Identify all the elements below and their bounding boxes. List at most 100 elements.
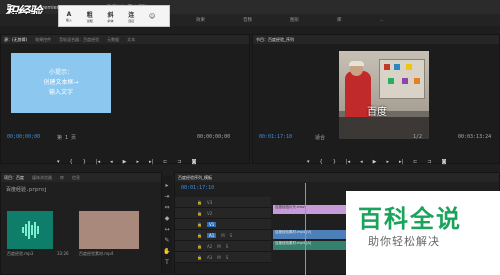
source-timecode[interactable]: 00;00;00;00 bbox=[7, 134, 40, 140]
track-header-v2[interactable]: 🔒 V2 bbox=[175, 208, 271, 219]
program-timecode[interactable]: 00:01:17:10 bbox=[259, 134, 292, 140]
fit-dropdown[interactable]: 适合 bbox=[315, 134, 325, 141]
hand-tool-icon[interactable]: ✋ bbox=[163, 246, 170, 257]
lift-icon[interactable]: ⊏ bbox=[413, 159, 417, 165]
solo-icon[interactable]: S bbox=[226, 255, 229, 260]
track-lock-icon[interactable]: 🔒 bbox=[197, 211, 202, 216]
video-caption-text[interactable]: 百度 bbox=[367, 103, 387, 118]
tip-overlay-box: 小提示： 创建文本框→ 输入文字 bbox=[11, 53, 111, 113]
bracket-out-icon[interactable]: } bbox=[83, 159, 86, 165]
tip-line: 创建文本框→ bbox=[43, 79, 79, 86]
video-clip-thumbnail[interactable] bbox=[79, 211, 139, 249]
bold-label: 粗 bbox=[86, 11, 93, 19]
frame-back-icon[interactable]: ◂ bbox=[360, 159, 363, 165]
link-button[interactable]: 连 连接 bbox=[124, 8, 138, 24]
emoji-icon: ☺ bbox=[148, 12, 156, 20]
track-lock-icon[interactable]: 🔒 bbox=[197, 233, 202, 238]
step-back-icon[interactable]: |◂ bbox=[346, 159, 350, 165]
menu-item-graphics[interactable]: 图形 bbox=[290, 17, 299, 23]
tab-program[interactable]: 节目：百度经验_序列 bbox=[256, 37, 294, 43]
razor-tool-icon[interactable]: ◆ bbox=[165, 213, 170, 224]
mark-in-icon[interactable]: ▾ bbox=[57, 159, 60, 165]
step-back-icon[interactable]: |◂ bbox=[96, 159, 100, 165]
watermark-title: 百科全说 bbox=[358, 205, 462, 233]
pen-tool-icon[interactable]: ✎ bbox=[164, 235, 169, 246]
tab-media-browser[interactable]: 媒体浏览器 bbox=[32, 175, 52, 181]
overwrite-icon[interactable]: ⊐ bbox=[177, 159, 181, 165]
audio-clip-thumbnail[interactable] bbox=[7, 211, 53, 249]
track-select-tool-icon[interactable]: ⇥ bbox=[164, 191, 169, 202]
tab-libraries[interactable]: 库 bbox=[60, 175, 64, 181]
tab-project[interactable]: 项目：百度 bbox=[4, 175, 24, 181]
track-headers: 🔒 V3 🔒 V2 🔒 V1 🔒 A1 M S 🔒 A2 M S 🔒 A3 M S bbox=[175, 197, 271, 263]
menu-item-effects[interactable]: 效果 bbox=[196, 17, 205, 23]
type-tool-icon[interactable]: T bbox=[165, 257, 169, 268]
solo-icon[interactable]: S bbox=[226, 244, 229, 249]
link-label: 连 bbox=[128, 11, 135, 19]
floating-text-toolbar: A 插入 粗 加粗 斜 斜体 连 连接 ☺ bbox=[58, 5, 170, 27]
track-header-v3[interactable]: 🔒 V3 bbox=[175, 197, 271, 208]
timeline-timecode[interactable]: 00:01:17:10 bbox=[181, 185, 214, 191]
track-header-v1[interactable]: 🔒 V1 bbox=[175, 219, 271, 230]
watermark-subtitle: 助你轻松解决 bbox=[368, 235, 440, 248]
timeline-playhead[interactable] bbox=[305, 183, 306, 275]
italic-button[interactable]: 斜 斜体 bbox=[104, 8, 118, 24]
insert-text-button[interactable]: A 插入 bbox=[62, 8, 76, 24]
tab-text[interactable]: 文本 bbox=[127, 37, 135, 43]
frame-forward-icon[interactable]: ▸ bbox=[386, 159, 389, 165]
frame-back-icon[interactable]: ◂ bbox=[110, 159, 113, 165]
insert-icon[interactable]: ⊏ bbox=[163, 159, 167, 165]
track-lock-icon[interactable]: 🔒 bbox=[197, 255, 202, 260]
ripple-edit-tool-icon[interactable]: ⇔ bbox=[164, 202, 169, 213]
tab-audio-mixer[interactable]: 音轨混合器：百度经验 bbox=[59, 37, 99, 43]
play-icon[interactable]: ▶ bbox=[373, 159, 377, 165]
emoji-button[interactable]: ☺ bbox=[145, 8, 159, 24]
mute-icon[interactable]: M bbox=[217, 255, 220, 260]
track-header-a2[interactable]: 🔒 A2 M S bbox=[175, 241, 271, 252]
bold-button[interactable]: 粗 加粗 bbox=[83, 8, 97, 24]
track-header-a3[interactable]: 🔒 A3 M S bbox=[175, 252, 271, 263]
camera-icon[interactable]: ◙ bbox=[442, 159, 447, 165]
menu-item-libraries[interactable]: 库 bbox=[337, 17, 342, 23]
bracket-out-icon[interactable]: } bbox=[333, 159, 336, 165]
bracket-in-icon[interactable]: { bbox=[320, 159, 323, 165]
menu-item-audio[interactable]: 音频 bbox=[243, 17, 252, 23]
track-header-a1[interactable]: 🔒 A1 M S bbox=[175, 230, 271, 241]
step-forward-icon[interactable]: ▸| bbox=[149, 159, 153, 165]
mark-in-icon[interactable]: ▾ bbox=[307, 159, 310, 165]
camera-icon[interactable]: ◙ bbox=[192, 159, 197, 165]
solo-icon[interactable]: S bbox=[230, 233, 233, 238]
track-lock-icon[interactable]: 🔒 bbox=[197, 244, 202, 249]
bracket-in-icon[interactable]: { bbox=[70, 159, 73, 165]
step-forward-icon[interactable]: ▸| bbox=[399, 159, 403, 165]
program-video-frame[interactable]: 百度 bbox=[339, 51, 429, 139]
tab-info[interactable]: 信息 bbox=[72, 175, 80, 181]
track-lock-icon[interactable]: 🔒 bbox=[197, 222, 202, 227]
resolution-dropdown[interactable]: 1/2 bbox=[413, 134, 422, 140]
source-page-label[interactable]: 第 1 页 bbox=[57, 134, 76, 141]
tip-line: 小提示： bbox=[48, 69, 73, 76]
tab-source[interactable]: 源：(无剪辑) bbox=[4, 37, 27, 43]
tab-metadata[interactable]: 元数据 bbox=[107, 37, 119, 43]
track-lock-icon[interactable]: 🔒 bbox=[197, 200, 202, 205]
tab-effect-controls[interactable]: 效果控件 bbox=[35, 37, 51, 43]
slip-tool-icon[interactable]: ↔ bbox=[164, 224, 169, 235]
track-name: A1 bbox=[206, 232, 217, 238]
source-transport: ▾ { } |◂ ◂ ▶ ▸ ▸| ⊏ ⊐ ◙ bbox=[57, 159, 206, 165]
menu-item-more[interactable]: ... bbox=[380, 18, 384, 23]
track-name: A3 bbox=[206, 254, 213, 260]
insert-text-sub: 插入 bbox=[65, 17, 72, 22]
play-icon[interactable]: ▶ bbox=[123, 159, 127, 165]
mute-icon[interactable]: M bbox=[221, 233, 224, 238]
link-sub: 连接 bbox=[128, 18, 135, 23]
selection-tool-icon[interactable]: ▸ bbox=[165, 180, 168, 191]
frame-forward-icon[interactable]: ▸ bbox=[136, 159, 139, 165]
audio-clip-duration: 33:26 bbox=[57, 251, 69, 256]
video-shelf bbox=[379, 59, 425, 99]
tab-sequence[interactable]: 百度经验序列_模板 bbox=[178, 175, 212, 181]
italic-sub: 斜体 bbox=[107, 18, 114, 23]
extract-icon[interactable]: ⊐ bbox=[427, 159, 431, 165]
video-clip-label: 百度经验素材.mp4 bbox=[79, 251, 114, 256]
tools-panel: ▸ ⇥ ⇔ ◆ ↔ ✎ ✋ T bbox=[162, 176, 172, 275]
mute-icon[interactable]: M bbox=[217, 244, 220, 249]
